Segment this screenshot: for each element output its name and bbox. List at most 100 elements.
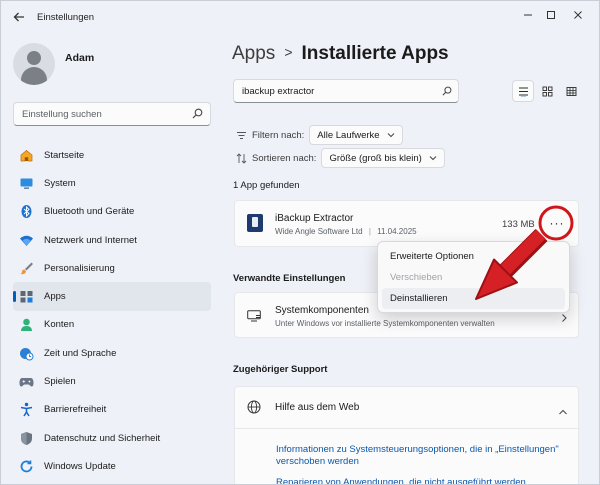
- app-size: 133 MB: [502, 219, 535, 230]
- sidebar-item-startseite[interactable]: Startseite: [13, 141, 211, 169]
- table-view-button[interactable]: [560, 80, 582, 102]
- filter-row: Filtern nach: Alle Laufwerke: [236, 125, 403, 145]
- sidebar-item-barrierefreiheit[interactable]: Barrierefreiheit: [13, 396, 211, 424]
- sidebar-item-netzwerk[interactable]: Netzwerk und Internet: [13, 226, 211, 254]
- web-help-header[interactable]: Hilfe aus dem Web: [235, 387, 580, 429]
- apps-icon: [19, 289, 34, 304]
- wifi-icon: [19, 233, 34, 248]
- settings-search-placeholder: Einstellung suchen: [22, 109, 102, 120]
- sidebar-item-konten[interactable]: Konten: [13, 311, 211, 339]
- view-mode-switcher: [512, 80, 582, 102]
- filter-label: Filtern nach:: [252, 129, 305, 141]
- monitor-icon: [19, 176, 34, 191]
- search-icon: [442, 86, 452, 96]
- sidebar-item-label: Spielen: [44, 376, 76, 388]
- minimize-button[interactable]: [517, 7, 539, 25]
- chevron-down-icon: [429, 154, 437, 162]
- user-name: Adam: [65, 52, 95, 64]
- sort-row: Sortieren nach: Größe (groß bis klein): [236, 148, 445, 168]
- shield-icon: [19, 431, 34, 446]
- result-count: 1 App gefunden: [233, 180, 300, 191]
- page-title: Installierte Apps: [301, 43, 449, 64]
- sort-label: Sortieren nach:: [252, 152, 317, 164]
- sidebar-item-windows-update[interactable]: Windows Update: [13, 452, 211, 480]
- help-link-reparieren[interactable]: Reparieren von Anwendungen, die nicht au…: [276, 477, 566, 484]
- window-title: Einstellungen: [37, 12, 95, 23]
- sort-dropdown[interactable]: Größe (groß bis klein): [321, 148, 445, 168]
- list-view-button[interactable]: [512, 80, 534, 102]
- home-icon: [19, 148, 34, 163]
- sidebar-item-label: Windows Update: [44, 460, 116, 472]
- support-heading: Zugehöriger Support: [233, 364, 328, 375]
- sidebar-nav: Startseite System Bluetooth und Geräte N…: [13, 141, 211, 481]
- app-search-input[interactable]: ibackup extractor: [233, 79, 459, 103]
- breadcrumb: Apps > Installierte Apps: [232, 43, 449, 65]
- sidebar-item-label: Datenschutz und Sicherheit: [44, 432, 161, 444]
- app-publisher: Wide Angle Software Ltd: [275, 227, 363, 236]
- menu-item-erweiterte-optionen[interactable]: Erweiterte Optionen: [382, 246, 565, 267]
- filter-value: Alle Laufwerke: [317, 129, 380, 141]
- settings-window: Einstellungen Adam Einstellung suchen St…: [0, 0, 600, 485]
- sort-value: Größe (groß bis klein): [329, 152, 422, 164]
- accessibility-icon: [19, 402, 34, 417]
- list-view-icon: [518, 87, 528, 97]
- filter-dropdown[interactable]: Alle Laufwerke: [309, 125, 403, 145]
- menu-item-deinstallieren[interactable]: Deinstallieren: [382, 288, 565, 309]
- avatar: [13, 43, 55, 85]
- related-settings-heading: Verwandte Einstellungen: [233, 273, 346, 284]
- grid-view-icon: [542, 86, 552, 96]
- sidebar-item-label: Startseite: [44, 149, 85, 161]
- update-icon: [19, 459, 34, 474]
- web-help-title: Hilfe aus dem Web: [275, 402, 360, 413]
- app-meta-separator: |: [368, 227, 371, 236]
- sidebar-item-label: System: [44, 177, 76, 189]
- sidebar-item-bluetooth[interactable]: Bluetooth und Geräte: [13, 198, 211, 226]
- system-components-subtitle: Unter Windows vor installierte Systemkom…: [275, 319, 495, 328]
- account-icon: [19, 317, 34, 332]
- maximize-button[interactable]: [540, 7, 562, 25]
- search-icon: [192, 108, 203, 119]
- app-name: iBackup Extractor: [275, 213, 354, 224]
- table-view-icon: [566, 86, 576, 96]
- sidebar-item-label: Konten: [44, 319, 75, 331]
- title-bar: Einstellungen: [1, 1, 599, 35]
- sidebar-item-label: Bluetooth und Geräte: [44, 206, 135, 218]
- system-components-title: Systemkomponenten: [275, 305, 369, 316]
- menu-item-verschieben: Verschieben: [390, 272, 443, 283]
- sidebar-item-apps[interactable]: Apps: [13, 282, 211, 311]
- close-button[interactable]: [567, 7, 589, 25]
- chevron-up-icon: [558, 403, 568, 415]
- sidebar-item-label: Apps: [44, 291, 66, 303]
- grid-view-button[interactable]: [536, 80, 558, 102]
- web-help-panel: Hilfe aus dem Web Informationen zu Syste…: [234, 386, 580, 484]
- filter-icon: [236, 130, 247, 141]
- breadcrumb-parent[interactable]: Apps: [232, 43, 275, 64]
- settings-search-input[interactable]: Einstellung suchen: [13, 102, 211, 126]
- help-link-systemsteuerung[interactable]: Informationen zu Systemsteuerungsoptione…: [276, 444, 566, 468]
- globe-icon: [247, 400, 261, 414]
- sidebar-item-personalisierung[interactable]: Personalisierung: [13, 254, 211, 282]
- breadcrumb-separator: >: [284, 44, 293, 60]
- app-meta: Wide Angle Software Ltd | 11.04.2025: [275, 227, 417, 236]
- sidebar-item-label: Personalisierung: [44, 262, 115, 274]
- sidebar-item-datenschutz[interactable]: Datenschutz und Sicherheit: [13, 424, 211, 452]
- clock-globe-icon: [19, 346, 34, 361]
- app-install-date: 11.04.2025: [377, 227, 417, 236]
- sidebar-item-label: Netzwerk und Internet: [44, 234, 137, 246]
- sidebar-item-zeit-und-sprache[interactable]: Zeit und Sprache: [13, 339, 211, 367]
- brush-icon: [19, 261, 34, 276]
- app-search-value: ibackup extractor: [242, 86, 315, 97]
- chevron-down-icon: [387, 131, 395, 139]
- app-context-menu: Erweiterte Optionen Verschieben Deinstal…: [377, 241, 570, 313]
- bluetooth-icon: [19, 204, 34, 219]
- sidebar-item-label: Barrierefreiheit: [44, 404, 107, 416]
- system-components-icon: [247, 309, 261, 322]
- ibackup-extractor-app-icon: [247, 214, 263, 232]
- sidebar-item-system[interactable]: System: [13, 169, 211, 197]
- more-options-button[interactable]: ···: [546, 213, 568, 235]
- sort-icon: [236, 152, 247, 164]
- app-list-item: iBackup Extractor Wide Angle Software Lt…: [234, 200, 579, 247]
- sidebar-item-label: Zeit und Sprache: [44, 347, 117, 359]
- sidebar-item-spielen[interactable]: Spielen: [13, 367, 211, 395]
- back-arrow-icon[interactable]: [11, 10, 27, 26]
